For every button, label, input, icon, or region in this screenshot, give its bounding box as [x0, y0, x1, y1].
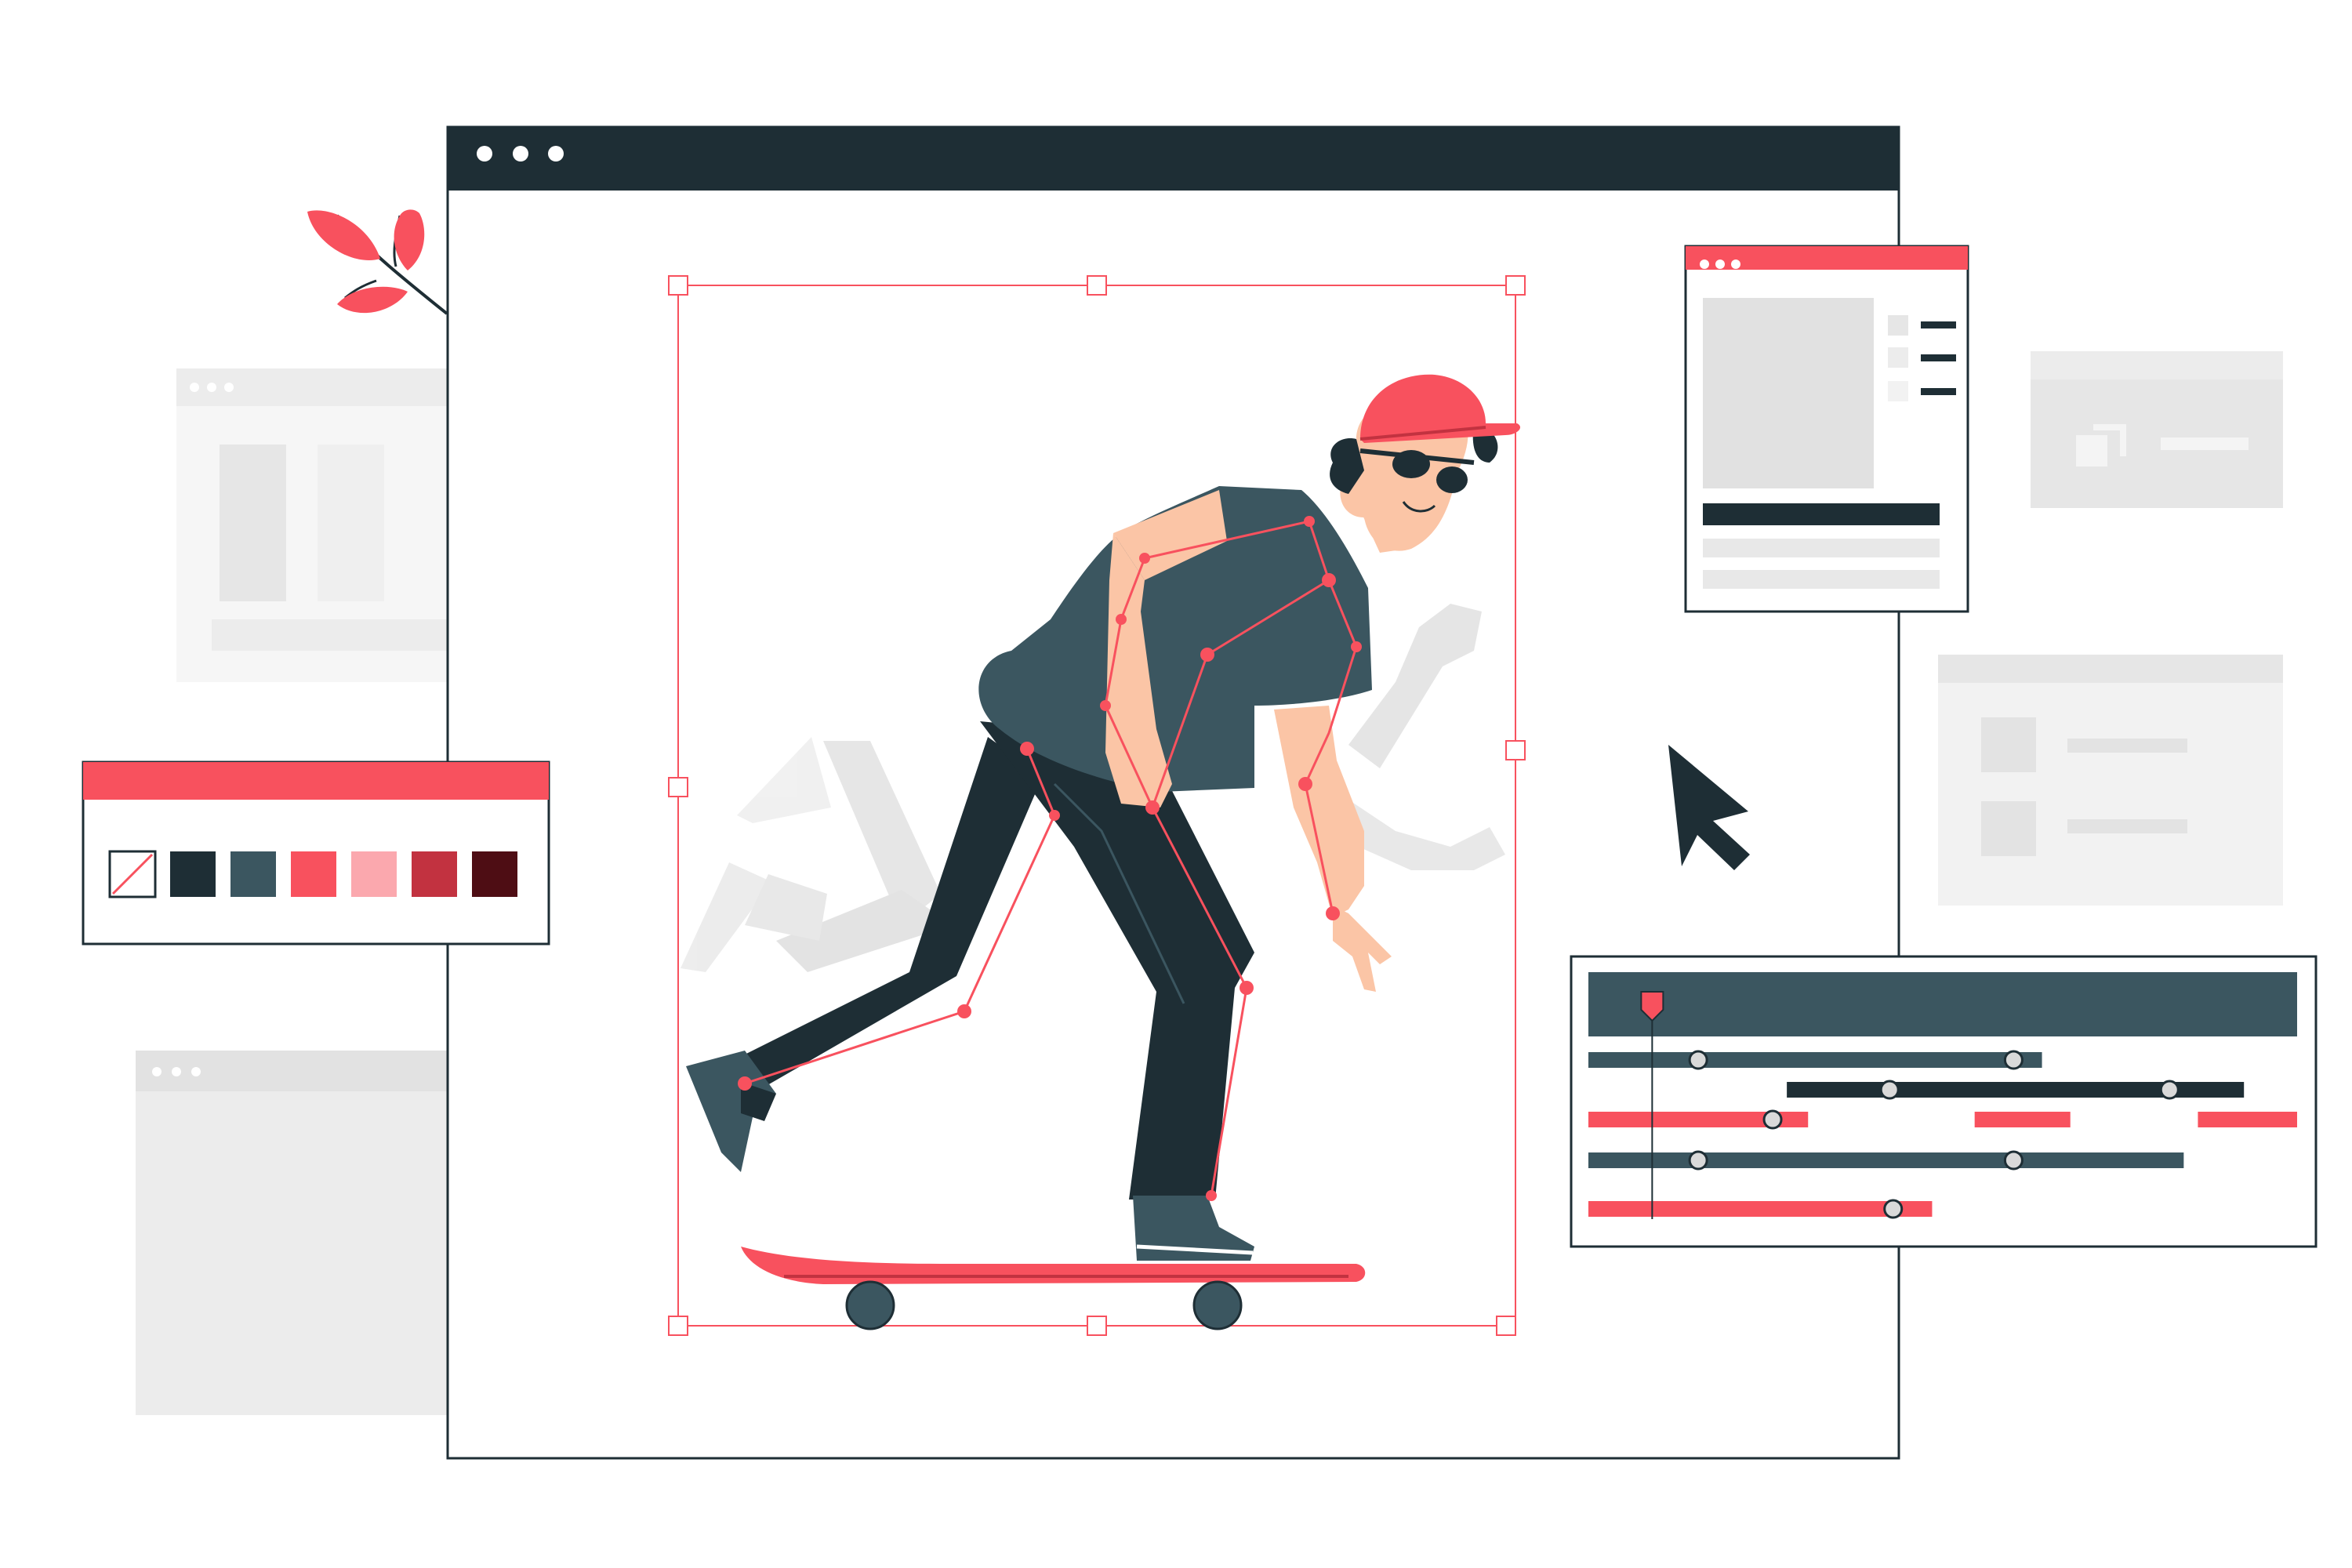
timeline-window[interactable]	[1570, 955, 2318, 1248]
timeline-segment[interactable]	[2198, 1112, 2297, 1127]
keyframe-dot-icon[interactable]	[2003, 1050, 2024, 1070]
property-bar	[1703, 570, 1940, 589]
keyframe-dot-icon[interactable]	[1688, 1050, 1708, 1070]
keyframe-dot-icon[interactable]	[1879, 1080, 1900, 1100]
resize-handle-top-left[interactable]	[668, 275, 688, 296]
swatch-crimson[interactable]	[412, 851, 457, 897]
properties-window[interactable]	[1684, 245, 1969, 613]
image-preview	[1703, 298, 1874, 488]
swatch-pink[interactable]	[351, 851, 397, 897]
resize-handle-bottom-right[interactable]	[1496, 1316, 1516, 1336]
swatch-red[interactable]	[291, 851, 336, 897]
option-checkbox[interactable]	[1888, 347, 1908, 368]
resize-handle-bottom[interactable]	[1087, 1316, 1107, 1336]
swatch-slate[interactable]	[230, 851, 276, 897]
timeline-segment[interactable]	[1588, 1201, 1933, 1217]
timeline-track[interactable]	[1787, 1080, 2245, 1100]
swatch-dark[interactable]	[170, 851, 216, 897]
animation-editor-illustration	[82, 125, 2318, 1460]
resize-handle-left[interactable]	[668, 777, 688, 797]
keyframe-dot-icon[interactable]	[1762, 1109, 1783, 1130]
swatch-none[interactable]	[108, 850, 157, 898]
color-swatches	[108, 850, 517, 898]
color-palette-titlebar	[83, 762, 549, 800]
resize-handle-bottom-left[interactable]	[668, 1316, 688, 1336]
ghost-window-right-top	[2031, 351, 2283, 508]
leaf-branch-icon	[307, 209, 448, 315]
timeline-track[interactable]	[1588, 1150, 2184, 1171]
keyframe-dot-icon[interactable]	[2003, 1150, 2024, 1171]
window-control-dots-icon[interactable]	[1700, 260, 1740, 269]
keyframe-dot-icon[interactable]	[1883, 1199, 1904, 1219]
resize-handle-right[interactable]	[1505, 740, 1526, 760]
timeline-track[interactable]	[1588, 1199, 1933, 1219]
keyframe-dot-icon[interactable]	[1688, 1150, 1708, 1171]
resize-handle-top-right[interactable]	[1505, 275, 1526, 296]
timeline-track[interactable]	[1588, 1050, 2042, 1070]
ghost-window-left-top	[176, 368, 455, 682]
option-checkbox[interactable]	[1888, 315, 1908, 336]
timeline-segment[interactable]	[1974, 1112, 2071, 1127]
window-control-dots-icon[interactable]	[477, 146, 564, 162]
swatch-maroon[interactable]	[472, 851, 517, 897]
resize-handle-top[interactable]	[1087, 275, 1107, 296]
ghost-window-right-middle	[1938, 655, 2283, 906]
property-bar	[1703, 503, 1940, 525]
property-bar	[1703, 539, 1940, 557]
main-window-titlebar	[448, 127, 1899, 191]
option-checkbox[interactable]	[1888, 381, 1908, 401]
timeline-header	[1588, 972, 2297, 1036]
timeline-segment[interactable]	[1588, 1152, 2184, 1168]
properties-window-titlebar	[1686, 246, 1968, 270]
color-palette-window[interactable]	[82, 760, 550, 946]
ghost-window-left-bottom	[136, 1051, 449, 1415]
keyframe-dot-icon[interactable]	[2159, 1080, 2180, 1100]
timeline-segment[interactable]	[1588, 1052, 2042, 1068]
